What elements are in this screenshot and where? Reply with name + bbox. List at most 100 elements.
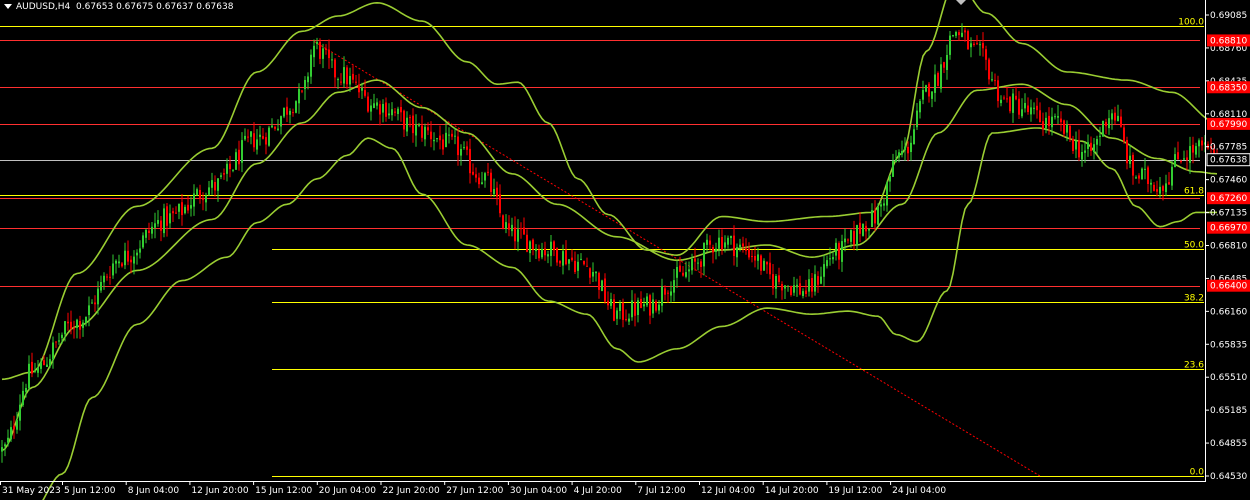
bear-candle-body <box>334 59 336 78</box>
bear-candle-body <box>229 163 231 170</box>
bear-candle-body <box>385 102 387 117</box>
bear-candle-body <box>31 361 33 374</box>
price-tick-label: 0.67460 <box>1210 176 1247 186</box>
bull-candle-body <box>391 109 393 116</box>
fib-label: 100.0 <box>1178 18 1204 28</box>
bull-candle-body <box>1096 139 1098 145</box>
bear-candle-body <box>496 187 498 197</box>
chart-shift-triangle-icon <box>956 0 966 5</box>
time-tick-label: 14 Jul 20:00 <box>765 486 819 496</box>
bull-candle-body <box>196 189 198 195</box>
bear-candle-body <box>1177 152 1179 160</box>
bull-candle-body <box>241 140 243 163</box>
level-price-label: 0.68810 <box>1210 36 1247 46</box>
bull-candle-body <box>103 275 105 283</box>
bull-candle-body <box>1093 144 1095 152</box>
bear-candle-body <box>805 290 807 294</box>
bull-candle-body <box>211 180 213 188</box>
bull-candle-body <box>418 124 420 126</box>
bull-candle-body <box>91 302 93 304</box>
bear-candle-body <box>694 258 696 262</box>
bull-candle-body <box>154 223 156 228</box>
bull-candle-body <box>949 35 951 55</box>
bull-candle-body <box>955 32 957 36</box>
bull-candle-body <box>1024 103 1026 109</box>
bear-candle-body <box>1132 154 1134 176</box>
bull-candle-body <box>952 35 954 37</box>
price-chart[interactable]: 100.0 61.8 50.0 38.2 23.6 0.0 0.690850.687600… <box>0 0 1250 500</box>
bull-candle-body <box>868 228 870 231</box>
bull-candle-body <box>916 110 918 128</box>
bull-candle-body <box>724 242 726 248</box>
bull-candle-body <box>277 128 279 130</box>
level-price-label: 0.67260 <box>1210 194 1247 204</box>
time-tick-label: 4 Jul 20:00 <box>574 486 623 496</box>
bear-candle-body <box>148 230 150 233</box>
bull-candle-body <box>220 175 222 177</box>
bull-candle-body <box>16 420 18 430</box>
bear-candle-body <box>202 199 204 201</box>
bear-candle-body <box>943 62 945 68</box>
bull-candle-body <box>901 151 903 155</box>
price-tick-label: 0.67135 <box>1210 209 1247 219</box>
bull-candle-body <box>388 113 390 116</box>
bear-candle-body <box>583 260 585 265</box>
fib-label: 38.2 <box>1184 294 1204 304</box>
bear-candle-body <box>532 239 534 250</box>
bull-candle-body <box>19 404 21 421</box>
bear-candle-body <box>514 227 516 242</box>
bear-candle-body <box>466 146 468 150</box>
bull-candle-body <box>706 239 708 245</box>
bear-candle-body <box>253 133 255 148</box>
bull-candle-body <box>592 272 594 277</box>
bull-candle-body <box>913 129 915 145</box>
level-price-label: 0.66400 <box>1210 282 1247 292</box>
bull-candle-body <box>691 259 693 271</box>
chart-shift-marker[interactable] <box>956 0 966 5</box>
bear-candle-body <box>574 260 576 272</box>
bull-candle-body <box>64 321 66 335</box>
bear-candle-body <box>166 206 168 226</box>
bear-candle-body <box>214 182 216 191</box>
bear-candle-body <box>655 301 657 311</box>
bear-candle-body <box>634 302 636 316</box>
bear-candle-body <box>442 139 444 150</box>
bull-candle-body <box>1159 186 1161 194</box>
bull-candle-body <box>970 43 972 48</box>
bear-candle-body <box>928 83 930 97</box>
bull-candle-body <box>283 107 285 117</box>
bull-candle-body <box>316 42 318 44</box>
bull-candle-body <box>40 362 42 369</box>
bull-candle-body <box>217 178 219 191</box>
bear-candle-body <box>709 240 711 245</box>
level-price-label: 0.68350 <box>1210 83 1247 93</box>
bear-candle-body <box>679 265 681 272</box>
bear-candle-body <box>352 73 354 80</box>
bear-candle-body <box>181 202 183 216</box>
bear-candle-body <box>937 73 939 87</box>
bull-candle-body <box>763 260 765 271</box>
bull-candle-body <box>460 149 462 156</box>
level-price-label: 0.66970 <box>1210 224 1247 234</box>
bull-candle-body <box>697 262 699 264</box>
bear-candle-body <box>475 174 477 178</box>
bull-candle-body <box>1135 177 1137 179</box>
bear-candle-body <box>1120 116 1122 127</box>
bull-candle-body <box>676 267 678 278</box>
bull-candle-body <box>862 223 864 236</box>
bear-candle-body <box>586 265 588 267</box>
bull-candle-body <box>1 447 3 452</box>
bull-candle-body <box>904 146 906 151</box>
fib-label: 23.6 <box>1184 361 1204 371</box>
bull-candle-body <box>271 125 273 128</box>
bull-candle-body <box>136 252 138 256</box>
bear-candle-body <box>340 81 342 83</box>
bear-candle-body <box>1114 112 1116 121</box>
bull-candle-body <box>736 247 738 258</box>
price-tick-label: 0.64855 <box>1210 439 1247 449</box>
bull-candle-body <box>793 285 795 293</box>
bull-candle-body <box>685 272 687 277</box>
bear-candle-body <box>508 223 510 230</box>
bull-candle-body <box>796 284 798 288</box>
bull-candle-body <box>961 32 963 37</box>
